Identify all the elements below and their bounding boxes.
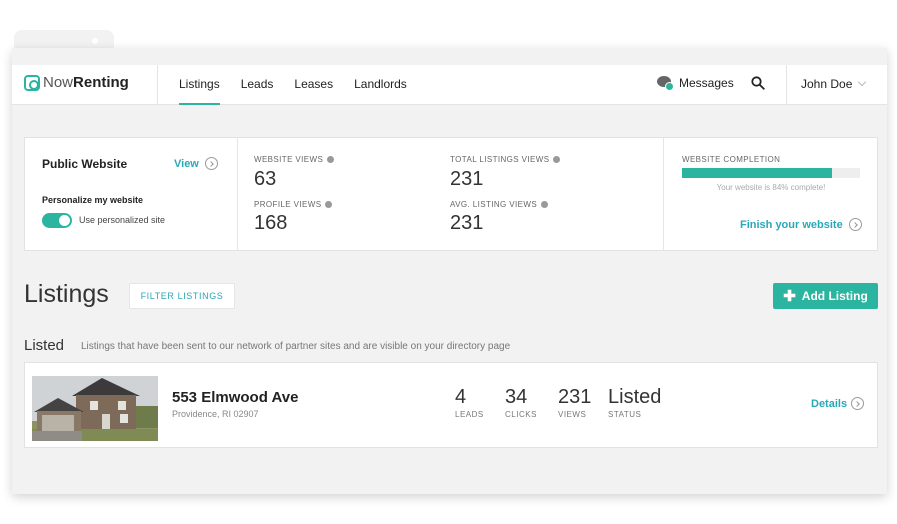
top-header: NowRenting Listings Leads Leases Landlor… xyxy=(12,65,887,105)
help-icon[interactable] xyxy=(325,201,333,208)
views-count: 231 xyxy=(558,386,592,408)
logo[interactable]: NowRenting xyxy=(24,74,129,91)
listing-city: Providence, RI 02907 xyxy=(172,409,259,419)
personalized-site-toggle[interactable] xyxy=(42,213,72,228)
website-views-value: 63 xyxy=(254,168,277,190)
help-icon[interactable] xyxy=(327,156,335,163)
leads-count: 4 xyxy=(455,386,467,408)
add-listing-button[interactable]: ✚ Add Listing xyxy=(773,283,878,309)
public-website-title: Public Website xyxy=(42,157,128,171)
arrow-circle-icon xyxy=(848,218,862,231)
listing-details-link[interactable]: Details xyxy=(811,397,865,410)
nav-item-landlords[interactable]: Landlords xyxy=(354,65,407,105)
help-icon[interactable] xyxy=(541,201,549,208)
view-website-link[interactable]: View xyxy=(174,157,218,170)
website-views-label: WEBSITE VIEWS xyxy=(254,155,335,164)
nav-item-leads[interactable]: Leads xyxy=(241,65,274,105)
chevron-down-icon xyxy=(858,77,867,87)
arrow-circle-icon xyxy=(204,157,218,170)
avg-listing-views-value: 231 xyxy=(450,212,484,234)
messages-label: Messages xyxy=(679,76,734,90)
clicks-metric: 34 CLICKS xyxy=(505,386,537,419)
completion-progress-bar xyxy=(682,168,860,178)
completion-caption: Your website is 84% complete! xyxy=(716,183,826,192)
header-divider xyxy=(157,65,158,105)
status-label: STATUS xyxy=(608,410,642,419)
column-divider xyxy=(663,138,664,250)
messages-button[interactable]: Messages xyxy=(657,76,734,91)
total-listings-views-value: 231 xyxy=(450,168,484,190)
header-divider xyxy=(786,65,787,105)
listed-section-description: Listings that have been sent to our netw… xyxy=(81,341,511,352)
website-stats-panel: Public Website View Personalize my websi… xyxy=(24,137,878,251)
profile-views-label: PROFILE VIEWS xyxy=(254,200,333,209)
listing-address[interactable]: 553 Elmwood Ave xyxy=(172,389,298,406)
user-name: John Doe xyxy=(801,77,853,91)
total-listings-views-label: TOTAL LISTINGS VIEWS xyxy=(450,155,561,164)
listings-page-title: Listings xyxy=(24,280,109,308)
views-label: VIEWS xyxy=(558,410,587,419)
website-completion-label: WEBSITE COMPLETION xyxy=(682,155,781,164)
user-menu[interactable]: John Doe xyxy=(801,77,867,91)
toggle-label: Use personalized site xyxy=(79,215,166,225)
nav-item-listings[interactable]: Listings xyxy=(179,65,220,105)
logo-text: NowRenting xyxy=(43,74,129,91)
personalize-label: Personalize my website xyxy=(42,195,144,205)
messages-badge xyxy=(665,82,674,91)
plus-icon: ✚ xyxy=(783,287,796,305)
column-divider xyxy=(237,138,238,250)
leads-metric: 4 LEADS xyxy=(455,386,484,419)
profile-views-value: 168 xyxy=(254,212,288,234)
listing-card[interactable]: 553 Elmwood Ave Providence, RI 02907 4 L… xyxy=(24,362,878,448)
filter-listings-button[interactable]: FILTER LISTINGS xyxy=(129,283,235,309)
completion-progress-fill xyxy=(682,168,832,178)
avg-listing-views-label: AVG. LISTING VIEWS xyxy=(450,200,549,209)
listed-section-title: Listed xyxy=(24,337,65,354)
logo-icon xyxy=(24,74,40,91)
search-icon[interactable] xyxy=(751,76,765,90)
house-photo[interactable] xyxy=(32,376,158,441)
clicks-count: 34 xyxy=(505,386,528,408)
status-value: Listed xyxy=(608,386,662,408)
finish-website-link[interactable]: Finish your website xyxy=(740,218,862,231)
chat-bubble-icon xyxy=(657,76,675,91)
leads-label: LEADS xyxy=(455,410,484,419)
status-metric: Listed STATUS xyxy=(608,386,661,419)
help-icon[interactable] xyxy=(553,156,561,163)
clicks-label: CLICKS xyxy=(505,410,537,419)
views-metric: 231 VIEWS xyxy=(558,386,591,419)
tab-dot xyxy=(92,38,98,44)
main-nav: Listings Leads Leases Landlords xyxy=(179,65,428,105)
nav-item-leases[interactable]: Leases xyxy=(294,65,333,105)
arrow-circle-icon xyxy=(851,397,865,410)
